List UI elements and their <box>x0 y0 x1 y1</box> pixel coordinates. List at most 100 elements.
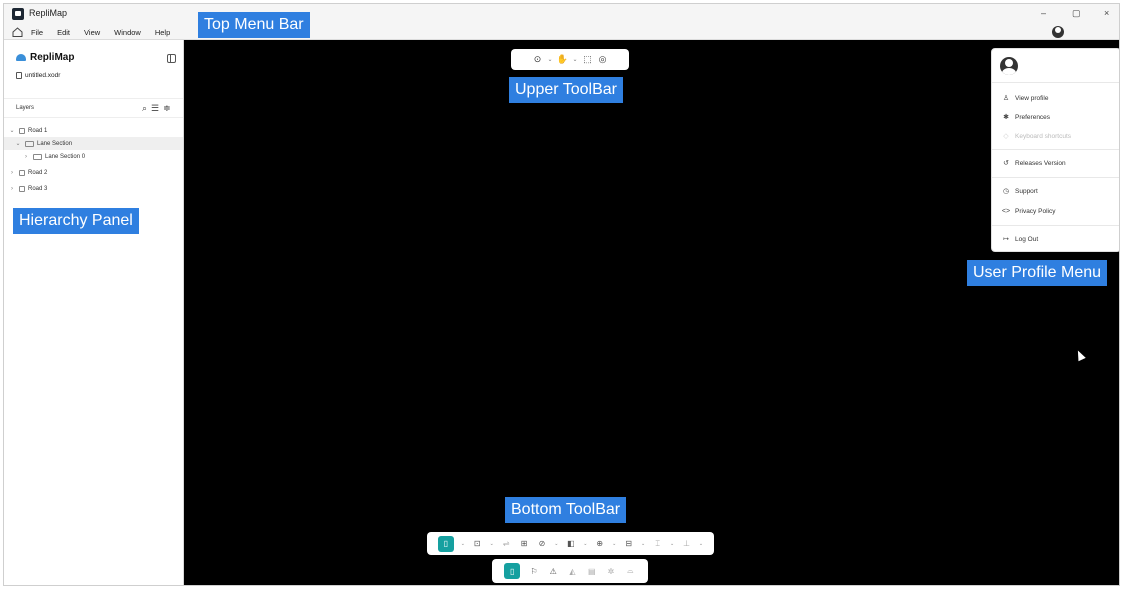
history-icon: ↺ <box>1003 160 1009 167</box>
tree-row-label: Road 3 <box>28 185 48 192</box>
tree-row-lane-section-0[interactable]: › Lane Section 0 <box>4 150 183 163</box>
chevron-right-icon[interactable]: › <box>8 186 16 192</box>
tree-row-label: Road 2 <box>28 169 48 176</box>
menu-window[interactable]: Window <box>114 28 141 37</box>
road-icon <box>19 169 25 176</box>
menu-row: File Edit View Window Help <box>12 27 184 37</box>
tree-row-label: Lane Section 0 <box>45 153 86 160</box>
split-icon[interactable]: ⌶ <box>652 538 663 549</box>
tree-row-lane-section[interactable]: ⌄ Lane Section <box>4 137 183 150</box>
tree-row-road-3[interactable]: › Road 3 <box>4 182 183 195</box>
upper-toolbar: ⊙ ⌄ ✋ ⌄ ⬚ ◎ <box>511 49 629 70</box>
support-item[interactable]: ◷ Support <box>1001 187 1038 196</box>
lane-width-icon[interactable]: ⊟ <box>623 538 634 549</box>
preferences-item[interactable]: ✱ Preferences <box>1001 113 1051 122</box>
releases-version-item[interactable]: ↺ Releases Version <box>1001 159 1066 168</box>
hand-icon[interactable]: ✋ <box>557 54 568 65</box>
brand-name: RepliMap <box>30 52 75 63</box>
chevron-down-icon[interactable]: ⌄ <box>547 56 552 63</box>
callout-top-menu-bar: Top Menu Bar <box>198 12 310 38</box>
calendar-icon[interactable]: ▤ <box>586 566 597 577</box>
person-icon: ♙ <box>1002 95 1010 102</box>
menu-item-label: Preferences <box>1015 113 1051 121</box>
map-canvas[interactable]: ⊙ ⌄ ✋ ⌄ ⬚ ◎ ♙ View profile ✱ Preferences… <box>184 40 1119 585</box>
settings-icon[interactable]: ✲ <box>606 566 617 577</box>
align-icon[interactable]: ⊥ <box>681 538 692 549</box>
chevron-down-icon[interactable]: ⌄ <box>641 541 645 547</box>
tree-row-label: Lane Section <box>37 140 73 147</box>
surface-icon[interactable]: ⌓ <box>625 566 636 577</box>
app-logo-icon <box>12 8 24 20</box>
divider <box>992 225 1119 226</box>
callout-upper-toolbar: Upper ToolBar <box>509 77 623 103</box>
mouse-cursor-icon <box>1074 348 1086 362</box>
gear-icon: ✱ <box>1003 114 1009 121</box>
callout-user-profile-menu: User Profile Menu <box>967 260 1108 286</box>
chevron-down-icon[interactable]: ⌄ <box>14 140 22 147</box>
chevron-down-icon[interactable]: ⌄ <box>554 541 558 547</box>
connect-icon[interactable]: ⇌ <box>501 538 512 549</box>
signal-icon[interactable]: ⚐ <box>529 566 540 577</box>
chevron-right-icon[interactable]: › <box>22 154 30 160</box>
tree-row-label: Road 1 <box>28 127 48 134</box>
chevron-down-icon[interactable]: ⌄ <box>670 541 674 547</box>
tab-layers[interactable]: Layers <box>16 105 34 111</box>
maximize-button[interactable]: ▢ <box>1072 8 1081 19</box>
lane-icon[interactable]: ◧ <box>565 538 576 549</box>
collapse-icon[interactable]: ≑ <box>163 103 171 114</box>
select-area-icon[interactable]: ⬚ <box>583 54 593 65</box>
privacy-policy-item[interactable]: <> Privacy Policy <box>1001 208 1056 215</box>
chevron-right-icon[interactable]: › <box>8 170 16 176</box>
view-profile-item[interactable]: ♙ View profile <box>1001 94 1049 103</box>
menu-item-label: Support <box>1015 187 1038 195</box>
keyboard-icon: ◇ <box>1003 133 1009 140</box>
road-icon <box>19 185 25 192</box>
user-avatar-button[interactable] <box>1052 26 1064 38</box>
layers-tools: ⌕ ☰ ≑ <box>142 103 171 114</box>
menu-item-label: View profile <box>1015 94 1049 102</box>
divider <box>992 149 1119 150</box>
edit-curve-icon[interactable]: ⊘ <box>536 538 547 549</box>
warning-sign-icon[interactable]: ⚠ <box>548 566 559 577</box>
file-row: untitled.xodr <box>16 72 60 79</box>
layer-tree: ⌄ Road 1 ⌄ Lane Section › Lane Section 0… <box>4 124 183 195</box>
close-button[interactable]: × <box>1104 8 1109 18</box>
menu-help[interactable]: Help <box>155 28 170 37</box>
logout-icon: ↦ <box>1003 236 1009 243</box>
menu-file[interactable]: File <box>31 28 43 37</box>
chevron-down-icon[interactable]: ⌄ <box>461 541 465 547</box>
search-icon[interactable]: ⌕ <box>142 103 147 114</box>
road-icon <box>19 127 25 134</box>
clock-icon: ◷ <box>1002 188 1010 195</box>
chevron-down-icon[interactable]: ⌄ <box>573 56 578 63</box>
hierarchy-panel: RepliMap untitled.xodr Layers ⌕ ☰ ≑ ⌄ Ro… <box>4 40 184 585</box>
chevron-down-icon[interactable]: ⌄ <box>699 541 703 547</box>
chevron-down-icon[interactable]: ⌄ <box>612 541 616 547</box>
brand-logo-icon <box>16 54 26 61</box>
tree-row-road-1[interactable]: ⌄ Road 1 <box>4 124 183 137</box>
insert-icon[interactable]: ⊞ <box>519 538 530 549</box>
avatar <box>1000 57 1018 75</box>
menu-view[interactable]: View <box>84 28 100 37</box>
terrain-icon[interactable]: ◭ <box>567 566 578 577</box>
lane-add-icon[interactable]: ⊕ <box>594 538 605 549</box>
road-tool-icon[interactable]: ▯ <box>437 535 454 552</box>
menu-edit[interactable]: Edit <box>57 28 70 37</box>
chevron-down-icon[interactable]: ⌄ <box>583 541 587 547</box>
globe-icon[interactable]: ◎ <box>598 54 608 65</box>
focus-icon[interactable]: ⊙ <box>532 54 542 65</box>
home-icon[interactable] <box>12 27 23 37</box>
user-profile-menu: ♙ View profile ✱ Preferences ◇ Keyboard … <box>991 48 1119 252</box>
minimize-button[interactable]: – <box>1041 8 1046 18</box>
road-extend-icon[interactable]: ⊡ <box>472 538 483 549</box>
tree-row-road-2[interactable]: › Road 2 <box>4 166 183 179</box>
filter-icon[interactable]: ☰ <box>151 103 159 114</box>
chevron-down-icon[interactable]: ⌄ <box>490 541 494 547</box>
log-out-item[interactable]: ↦ Log Out <box>1001 235 1038 244</box>
menu-item-label: Privacy Policy <box>1015 208 1056 215</box>
bottom-toolbar-secondary: ▯ ⚐ ⚠ ◭ ▤ ✲ ⌓ <box>492 559 648 583</box>
panel-view-icon[interactable]: ▯ <box>504 563 521 579</box>
keyboard-shortcuts-item: ◇ Keyboard shortcuts <box>1001 132 1071 141</box>
sidebar-toggle-icon[interactable] <box>167 54 176 63</box>
chevron-down-icon[interactable]: ⌄ <box>8 127 16 134</box>
